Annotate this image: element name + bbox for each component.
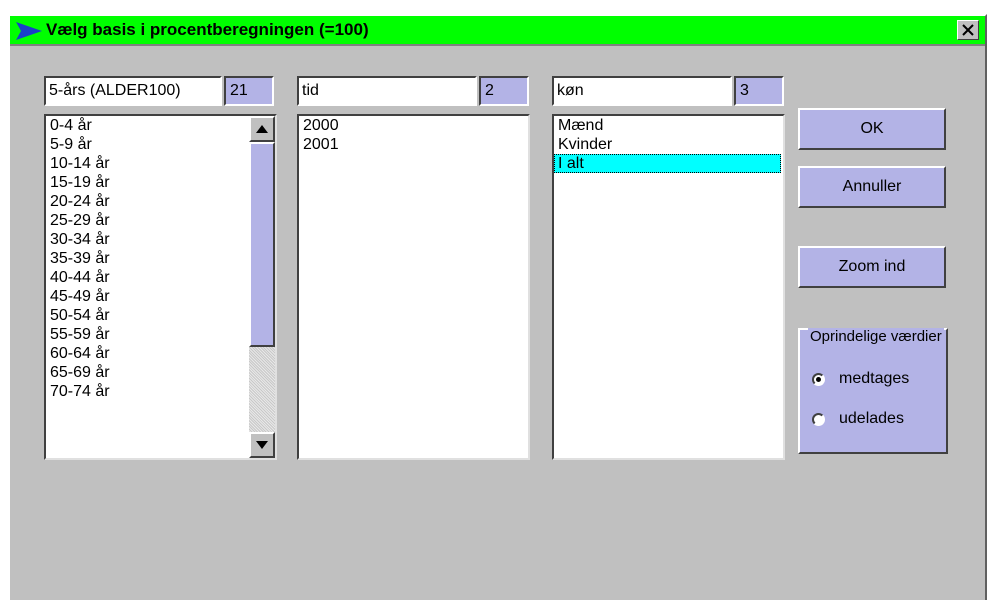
arrow-up-icon	[256, 125, 268, 133]
window-title: Vælg basis i procentberegningen (=100)	[46, 20, 369, 39]
variable-name-field-time[interactable]: tid	[297, 76, 477, 106]
list-item[interactable]: 10-14 år	[46, 154, 275, 173]
dialog-window: Vælg basis i procentberegningen (=100) 5…	[8, 14, 987, 600]
listbox-sex[interactable]: Mænd Kvinder I alt	[552, 114, 785, 460]
list-item[interactable]: 5-9 år	[46, 135, 275, 154]
group-title: Oprindelige værdier	[808, 328, 944, 345]
list-items-age: 0-4 år 5-9 år 10-14 år 15-19 år 20-24 år…	[46, 116, 275, 401]
list-item[interactable]: 30-34 år	[46, 230, 275, 249]
arrow-icon	[16, 22, 42, 40]
scroll-up-button[interactable]	[249, 116, 275, 142]
list-item[interactable]: 70-74 år	[46, 382, 275, 401]
radio-exclude[interactable]: udelades	[812, 410, 904, 428]
original-values-group: Oprindelige værdier medtages udelades	[798, 328, 948, 454]
list-item[interactable]: 65-69 år	[46, 363, 275, 382]
list-item[interactable]: 2001	[299, 135, 528, 154]
scroll-down-button[interactable]	[249, 432, 275, 458]
arrow-down-icon	[256, 441, 268, 449]
list-item[interactable]: 55-59 år	[46, 325, 275, 344]
radio-include[interactable]: medtages	[812, 370, 909, 388]
radio-label: udelades	[839, 410, 904, 427]
list-item[interactable]: 15-19 år	[46, 173, 275, 192]
list-item[interactable]: 45-49 år	[46, 287, 275, 306]
close-icon	[962, 24, 974, 36]
scrollbar[interactable]	[249, 116, 275, 458]
title-bar[interactable]: Vælg basis i procentberegningen (=100)	[10, 16, 985, 46]
list-item[interactable]: 40-44 år	[46, 268, 275, 287]
radio-label: medtages	[839, 370, 910, 387]
list-item-selected[interactable]: I alt	[554, 154, 781, 173]
list-item[interactable]: 20-24 år	[46, 192, 275, 211]
list-item[interactable]: Kvinder	[554, 135, 783, 154]
radio-button[interactable]	[812, 412, 825, 426]
variable-name-field-sex[interactable]: køn	[552, 76, 732, 106]
list-item[interactable]: 0-4 år	[46, 116, 275, 135]
ok-button[interactable]: OK	[798, 108, 946, 150]
list-item[interactable]: 50-54 år	[46, 306, 275, 325]
listbox-age[interactable]: 0-4 år 5-9 år 10-14 år 15-19 år 20-24 år…	[44, 114, 277, 460]
value-count-time: 2	[479, 76, 529, 106]
scroll-thumb[interactable]	[249, 142, 275, 347]
cancel-button[interactable]: Annuller	[798, 166, 946, 208]
radio-button-checked[interactable]	[812, 372, 825, 386]
close-button[interactable]	[957, 20, 979, 40]
list-item[interactable]: 2000	[299, 116, 528, 135]
variable-name-field-age[interactable]: 5-års (ALDER100)	[44, 76, 222, 106]
value-count-sex: 3	[734, 76, 784, 106]
list-item[interactable]: Mænd	[554, 116, 783, 135]
zoom-in-button[interactable]: Zoom ind	[798, 246, 946, 288]
list-item[interactable]: 60-64 år	[46, 344, 275, 363]
list-item[interactable]: 25-29 år	[46, 211, 275, 230]
list-item[interactable]: 35-39 år	[46, 249, 275, 268]
listbox-time[interactable]: 2000 2001	[297, 114, 530, 460]
value-count-age: 21	[224, 76, 274, 106]
